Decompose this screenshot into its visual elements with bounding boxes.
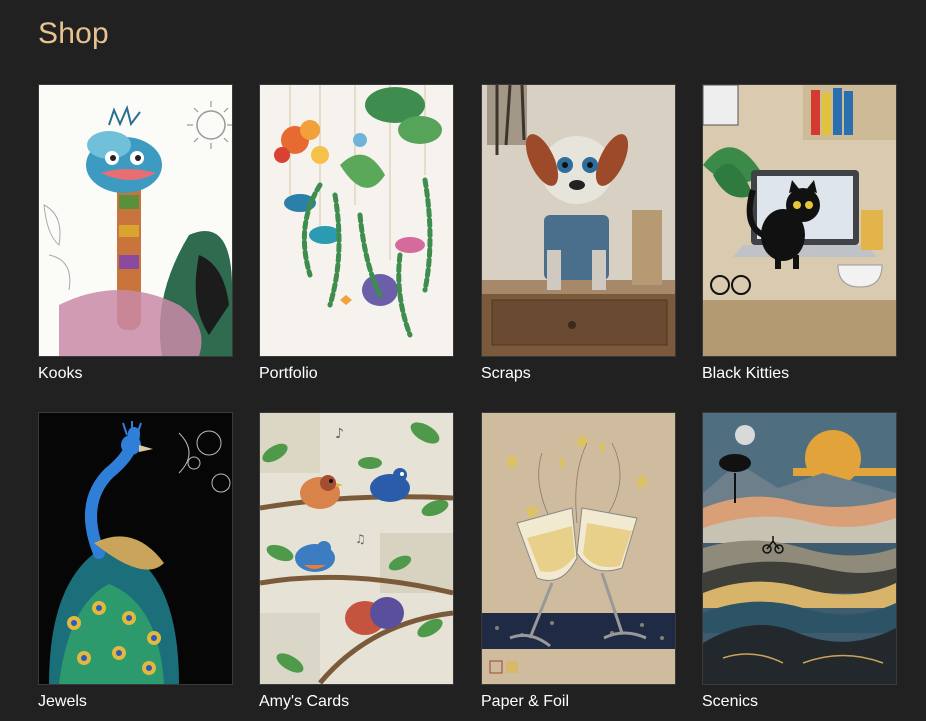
- card-label[interactable]: Portfolio: [259, 365, 454, 383]
- peacock-artwork-icon: [39, 413, 232, 684]
- svg-text:♪: ♪: [335, 426, 344, 442]
- jewels-thumbnail[interactable]: [38, 412, 233, 685]
- category-card-scraps[interactable]: Scraps: [481, 84, 676, 383]
- mountain-landscape-artwork-icon: [703, 413, 896, 684]
- card-label[interactable]: Kooks: [38, 365, 233, 383]
- ostrich-artwork-icon: [39, 85, 232, 356]
- category-card-portfolio[interactable]: Portfolio: [259, 84, 454, 383]
- card-label[interactable]: Jewels: [38, 693, 233, 711]
- category-card-jewels[interactable]: Jewels: [38, 412, 233, 711]
- kooks-thumbnail[interactable]: [38, 84, 233, 357]
- card-label[interactable]: Amy's Cards: [259, 693, 454, 711]
- category-card-amys-cards[interactable]: ♪ ♫ Amy's Cards: [259, 412, 454, 711]
- category-card-paper-and-foil[interactable]: Paper & Foil: [481, 412, 676, 711]
- scraps-thumbnail[interactable]: [481, 84, 676, 357]
- paper-and-foil-thumbnail[interactable]: [481, 412, 676, 685]
- card-label[interactable]: Black Kitties: [702, 365, 897, 383]
- category-card-black-kitties[interactable]: Black Kitties: [702, 84, 897, 383]
- scenics-thumbnail[interactable]: [702, 412, 897, 685]
- scrap-dog-artwork-icon: [482, 85, 675, 356]
- portfolio-thumbnail[interactable]: [259, 84, 454, 357]
- svg-text:♫: ♫: [355, 532, 366, 546]
- page-title: Shop: [38, 17, 109, 50]
- card-label[interactable]: Paper & Foil: [481, 693, 676, 711]
- champagne-glasses-artwork-icon: [482, 413, 675, 684]
- amys-cards-thumbnail[interactable]: ♪ ♫: [259, 412, 454, 685]
- category-card-kooks[interactable]: Kooks: [38, 84, 233, 383]
- category-card-scenics[interactable]: Scenics: [702, 412, 897, 711]
- black-cat-desk-artwork-icon: [703, 85, 896, 356]
- card-label[interactable]: Scraps: [481, 365, 676, 383]
- hanging-plants-artwork-icon: [260, 85, 453, 356]
- black-kitties-thumbnail[interactable]: [702, 84, 897, 357]
- card-label[interactable]: Scenics: [702, 693, 897, 711]
- birds-branches-artwork-icon: ♪ ♫: [260, 413, 453, 684]
